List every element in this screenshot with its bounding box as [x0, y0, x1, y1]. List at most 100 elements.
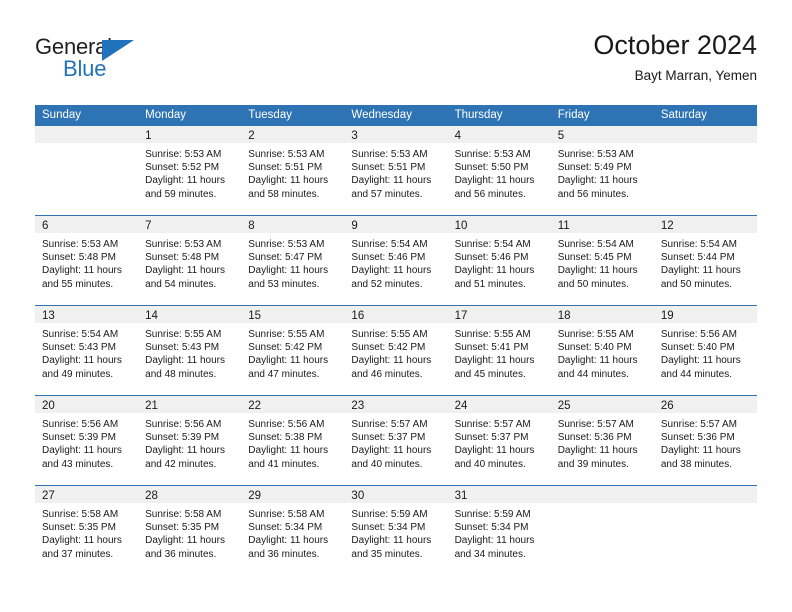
calendar-day-cell[interactable]: 1 Sunrise: 5:53 AM Sunset: 5:52 PM Daylight… [138, 126, 242, 215]
day-number: 19 [660, 310, 674, 322]
daylight-text: Daylight: 11 hours and 48 minutes. [145, 355, 225, 380]
sunrise-text: Sunrise: 5:55 AM [351, 329, 428, 340]
calendar-day-cell[interactable]: 31 Sunrise: 5:59 AM Sunset: 5:34 PM Dayligh… [447, 486, 551, 575]
calendar-grid: Sunday Monday Tuesday Wednesday Thursday Frid… [35, 105, 757, 575]
day-details: Sunrise: 5:54 AM Sunset: 5:44 PM Daylight:… [654, 233, 757, 291]
calendar-day-cell[interactable]: 18 Sunrise: 5:55 AM Sunset: 5:40 PM Dayligh… [550, 306, 654, 395]
daylight-text: Daylight: 11 hours and 40 minutes. [454, 445, 535, 470]
weekday-header-saturday: Saturday [660, 109, 707, 121]
sunset-text: Sunset: 5:44 PM [660, 252, 735, 264]
sunrise-text: Sunrise: 5:54 AM [351, 239, 428, 250]
calendar-day-cell[interactable]: 24 Sunrise: 5:57 AM Sunset: 5:37 PM Dayligh… [447, 396, 551, 485]
calendar-day-cell[interactable]: 21 Sunrise: 5:56 AM Sunset: 5:39 PM Dayligh… [138, 396, 242, 485]
calendar-day-cell-empty [653, 486, 757, 575]
weekday-header-monday: Monday [145, 109, 187, 121]
day-details: Sunrise: 5:55 AM Sunset: 5:43 PM Daylight:… [138, 323, 241, 381]
daylight-text: Daylight: 11 hours and 53 minutes. [248, 265, 329, 290]
calendar-day-cell[interactable]: 25 Sunrise: 5:57 AM Sunset: 5:36 PM Dayligh… [550, 396, 654, 485]
weekday-header-friday: Friday [557, 109, 590, 121]
day-details: Sunrise: 5:59 AM Sunset: 5:34 PM Daylight:… [344, 503, 447, 561]
calendar-day-cell[interactable]: 10 Sunrise: 5:54 AM Sunset: 5:46 PM Dayligh… [447, 216, 551, 305]
sunset-text: Sunset: 5:48 PM [42, 252, 116, 264]
calendar-day-cell[interactable]: 17 Sunrise: 5:55 AM Sunset: 5:41 PM Dayligh… [447, 306, 551, 395]
daylight-text: Daylight: 11 hours and 56 minutes. [454, 175, 535, 200]
day-number-strip: 21 [138, 396, 242, 413]
sunrise-text: Sunrise: 5:53 AM [145, 239, 222, 250]
sunrise-text: Sunrise: 5:54 AM [557, 239, 634, 250]
sunrise-text: Sunrise: 5:57 AM [454, 419, 531, 430]
daylight-text: Daylight: 11 hours and 49 minutes. [42, 355, 122, 380]
calendar-day-cell[interactable]: 2 Sunrise: 5:53 AM Sunset: 5:51 PM Daylight… [241, 126, 345, 215]
weekday-header-thursday: Thursday [454, 109, 503, 121]
calendar-page: General Blue October 2024 Bayt Marran, Y… [0, 0, 792, 612]
day-number-strip: 2 [241, 126, 345, 143]
calendar-day-cell[interactable]: 5 Sunrise: 5:53 AM Sunset: 5:49 PM Daylight… [550, 126, 654, 215]
daylight-text: Daylight: 11 hours and 51 minutes. [454, 265, 535, 290]
daylight-text: Daylight: 11 hours and 50 minutes. [660, 265, 741, 290]
general-blue-logo[interactable]: General Blue [35, 34, 185, 90]
day-number-strip: 11 [550, 216, 654, 233]
day-details: Sunrise: 5:57 AM Sunset: 5:37 PM Daylight:… [344, 413, 447, 471]
day-number-strip: 10 [447, 216, 551, 233]
sunrise-text: Sunrise: 5:55 AM [145, 329, 222, 340]
sunset-text: Sunset: 5:47 PM [248, 252, 323, 264]
calendar-day-cell[interactable]: 3 Sunrise: 5:53 AM Sunset: 5:51 PM Daylight… [344, 126, 448, 215]
calendar-week-row: 20 Sunrise: 5:56 AM Sunset: 5:39 PM Dayligh… [35, 395, 757, 485]
calendar-day-cell[interactable]: 20 Sunrise: 5:56 AM Sunset: 5:39 PM Dayligh… [35, 396, 139, 485]
calendar-day-cell[interactable]: 13 Sunrise: 5:54 AM Sunset: 5:43 PM Dayligh… [35, 306, 139, 395]
sunset-text: Sunset: 5:34 PM [248, 522, 323, 534]
calendar-day-cell[interactable]: 15 Sunrise: 5:55 AM Sunset: 5:42 PM Dayligh… [241, 306, 345, 395]
daylight-text: Daylight: 11 hours and 59 minutes. [145, 175, 225, 200]
calendar-day-cell[interactable]: 12 Sunrise: 5:54 AM Sunset: 5:44 PM Dayligh… [653, 216, 757, 305]
day-number: 16 [351, 310, 365, 322]
calendar-day-cell[interactable]: 29 Sunrise: 5:58 AM Sunset: 5:34 PM Dayligh… [241, 486, 345, 575]
calendar-day-cell[interactable]: 9 Sunrise: 5:54 AM Sunset: 5:46 PM Daylight… [344, 216, 448, 305]
calendar-day-cell[interactable]: 4 Sunrise: 5:53 AM Sunset: 5:50 PM Daylight… [447, 126, 551, 215]
calendar-day-cell[interactable]: 28 Sunrise: 5:58 AM Sunset: 5:35 PM Dayligh… [138, 486, 242, 575]
day-number: 15 [248, 310, 262, 322]
calendar-day-cell[interactable]: 11 Sunrise: 5:54 AM Sunset: 5:45 PM Dayligh… [550, 216, 654, 305]
calendar-day-cell[interactable]: 19 Sunrise: 5:56 AM Sunset: 5:40 PM Dayligh… [653, 306, 757, 395]
sunrise-text: Sunrise: 5:57 AM [660, 419, 737, 430]
sunrise-text: Sunrise: 5:54 AM [660, 239, 737, 250]
calendar-day-cell[interactable]: 26 Sunrise: 5:57 AM Sunset: 5:36 PM Dayligh… [653, 396, 757, 485]
day-number-strip: 12 [653, 216, 757, 233]
day-details: Sunrise: 5:57 AM Sunset: 5:36 PM Daylight:… [551, 413, 654, 471]
calendar-day-cell[interactable]: 27 Sunrise: 5:58 AM Sunset: 5:35 PM Dayligh… [35, 486, 139, 575]
sunset-text: Sunset: 5:36 PM [660, 432, 735, 444]
calendar-day-cell[interactable]: 6 Sunrise: 5:53 AM Sunset: 5:48 PM Daylight… [35, 216, 139, 305]
sunrise-text: Sunrise: 5:56 AM [42, 419, 119, 430]
day-details [551, 503, 654, 508]
day-number-strip: 26 [653, 396, 757, 413]
sunset-text: Sunset: 5:48 PM [145, 252, 220, 264]
sunrise-text: Sunrise: 5:53 AM [145, 149, 222, 160]
day-details [654, 143, 757, 148]
calendar-day-cell[interactable]: 7 Sunrise: 5:53 AM Sunset: 5:48 PM Daylight… [138, 216, 242, 305]
daylight-text: Daylight: 11 hours and 38 minutes. [660, 445, 741, 470]
daylight-text: Daylight: 11 hours and 44 minutes. [557, 355, 638, 380]
calendar-day-cell-empty [35, 126, 139, 215]
calendar-day-cell[interactable]: 30 Sunrise: 5:59 AM Sunset: 5:34 PM Dayligh… [344, 486, 448, 575]
daylight-text: Daylight: 11 hours and 54 minutes. [145, 265, 225, 290]
calendar-day-cell[interactable]: 23 Sunrise: 5:57 AM Sunset: 5:37 PM Dayligh… [344, 396, 448, 485]
calendar-day-cell[interactable]: 8 Sunrise: 5:53 AM Sunset: 5:47 PM Daylight… [241, 216, 345, 305]
day-number-strip: 27 [35, 486, 139, 503]
daylight-text: Daylight: 11 hours and 39 minutes. [557, 445, 638, 470]
day-number-strip: 23 [344, 396, 448, 413]
daylight-text: Daylight: 11 hours and 50 minutes. [557, 265, 638, 290]
calendar-day-cell[interactable]: 22 Sunrise: 5:56 AM Sunset: 5:38 PM Dayligh… [241, 396, 345, 485]
weekday-header-row: Sunday Monday Tuesday Wednesday Thursday Frid… [35, 105, 757, 126]
sunset-text: Sunset: 5:37 PM [351, 432, 426, 444]
day-number: 7 [145, 220, 152, 232]
calendar-day-cell[interactable]: 16 Sunrise: 5:55 AM Sunset: 5:42 PM Dayligh… [344, 306, 448, 395]
day-number-strip: 31 [447, 486, 551, 503]
day-number: 28 [145, 490, 158, 502]
daylight-text: Daylight: 11 hours and 42 minutes. [145, 445, 225, 470]
daylight-text: Daylight: 11 hours and 52 minutes. [351, 265, 432, 290]
calendar-day-cell[interactable]: 14 Sunrise: 5:55 AM Sunset: 5:43 PM Dayligh… [138, 306, 242, 395]
sunset-text: Sunset: 5:41 PM [454, 342, 529, 354]
day-details: Sunrise: 5:53 AM Sunset: 5:48 PM Daylight:… [138, 233, 241, 291]
day-details: Sunrise: 5:56 AM Sunset: 5:38 PM Daylight:… [241, 413, 344, 471]
day-number-strip [653, 126, 757, 143]
day-number: 25 [557, 400, 571, 412]
